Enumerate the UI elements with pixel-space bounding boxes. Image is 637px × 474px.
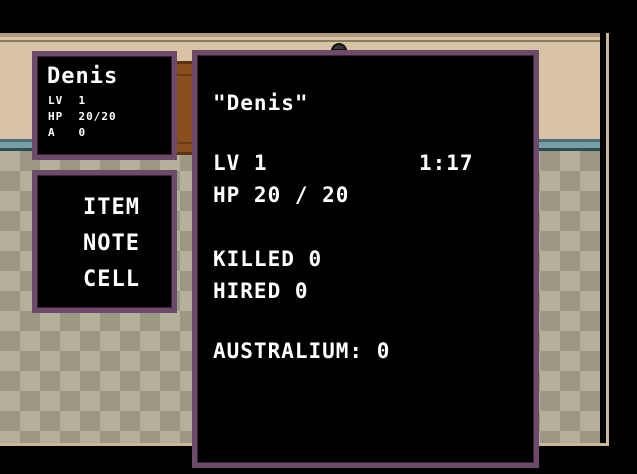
panel-player-name: "Denis" <box>213 91 309 115</box>
mini-attack: A 0 <box>48 126 87 139</box>
mini-stats-box: Denis LV 1 HP 20/20 A 0 <box>32 51 177 160</box>
panel-play-time: 1:17 <box>419 151 474 175</box>
menu-item-note[interactable]: NOTE <box>83 233 140 255</box>
mini-player-name: Denis <box>47 64 119 89</box>
main-menu-box: ITEM NOTE CELL <box>32 170 177 313</box>
panel-level: LV 1 <box>213 151 268 175</box>
panel-hired-count: HIRED 0 <box>213 279 309 303</box>
menu-item-item[interactable]: ITEM <box>83 197 140 219</box>
panel-hp: HP 20 / 20 <box>213 183 350 207</box>
mini-level: LV 1 <box>48 94 87 107</box>
menu-item-cell[interactable]: CELL <box>83 269 140 291</box>
mini-hp: HP 20/20 <box>48 110 117 123</box>
panel-australium-count: AUSTRALIUM: 0 <box>213 339 391 363</box>
panel-killed-count: KILLED 0 <box>213 247 323 271</box>
stats-panel: "Denis" LV 1 1:17 HP 20 / 20 KILLED 0 HI… <box>192 50 539 468</box>
